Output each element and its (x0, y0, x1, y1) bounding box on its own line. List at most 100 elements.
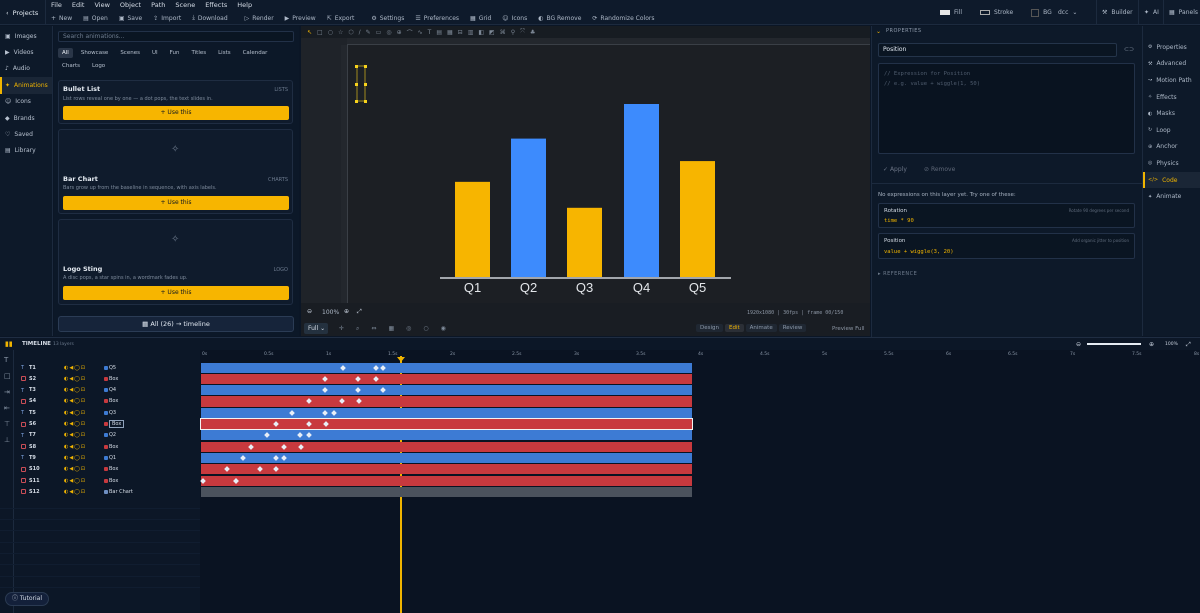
layer-checkbox[interactable] (21, 444, 26, 450)
zoom-in-icon[interactable]: ⊕ (1149, 341, 1154, 348)
time-ruler[interactable]: 0s 0.5s 1s 1.5s 2s 2.5s 3s 3.5s 4s 4.5s 5s 5.5s 6s 6.… (200, 352, 1200, 360)
canvas-tool-19-icon[interactable]: ⌘ (500, 29, 506, 36)
card-bar-chart[interactable]: ✧ Bar Chart CHARTS Bars grow up from the… (58, 129, 293, 214)
layer-row[interactable]: T T5 ◐◀◯⊡ Q3 (0, 407, 200, 418)
tool-grid[interactable]: ▦ Grid (470, 13, 491, 23)
canvas-tool-14-icon[interactable]: ▦ (447, 29, 453, 36)
tutorial-button[interactable]: ⓘ Tutorial (5, 592, 49, 606)
keyframe[interactable] (257, 466, 263, 473)
layer-controls-icon[interactable]: ◐◀◯⊡ (64, 387, 86, 393)
tool-preview[interactable]: ▶ Preview (285, 13, 316, 23)
zoom-icon[interactable]: ⌕ (356, 325, 359, 333)
layer-bar[interactable] (201, 486, 692, 497)
rnav-code[interactable]: </> Code (1143, 171, 1200, 189)
use-this-button[interactable]: + Use this (63, 196, 289, 210)
layer-controls-icon[interactable]: ◐◀◯⊡ (64, 466, 86, 472)
fill-swatch[interactable] (940, 10, 950, 15)
tool-preferences[interactable]: ☰ Preferences (415, 13, 459, 23)
tool-import[interactable]: ⇪ Import (153, 13, 181, 23)
canvas-tool-22-icon[interactable]: ♣ (530, 29, 535, 36)
canvas-tool-11-icon[interactable]: ∿ (418, 29, 423, 36)
keyframe[interactable] (306, 398, 312, 405)
keyframe[interactable] (224, 466, 230, 473)
layer-row[interactable]: S4 ◐◀◯⊡ Box (0, 396, 200, 407)
canvas-tool-10-icon[interactable]: ⌒ (407, 28, 413, 37)
layer-checkbox[interactable]: T (21, 433, 26, 439)
property-select[interactable]: Position (878, 43, 1117, 57)
use-this-button[interactable]: + Use this (63, 286, 289, 300)
tool-render[interactable]: ▷ Render (245, 13, 274, 23)
fit-icon[interactable]: ⤢ (357, 308, 362, 316)
layer-controls-icon[interactable]: ◐◀◯⊡ (64, 478, 86, 484)
tool-icons[interactable]: ☺ Icons (502, 13, 527, 23)
sidebar-item-brands[interactable]: ◆ Brands (0, 110, 52, 126)
example-rotation[interactable]: Rotation Rotate 90 degrees per second ti… (878, 203, 1135, 228)
chart-bar-q3[interactable] (567, 207, 602, 277)
reference-section[interactable]: ▸ REFERENCE (878, 271, 917, 277)
layer-bar[interactable] (201, 407, 692, 418)
keyframe[interactable] (273, 466, 279, 473)
canvas-tool-13-icon[interactable]: ▤ (436, 29, 442, 36)
keyframe[interactable] (322, 409, 328, 416)
mode-edit[interactable]: Edit (725, 324, 744, 332)
keyframe[interactable] (322, 387, 328, 393)
keyframe[interactable] (356, 398, 362, 405)
chip-showcase[interactable]: Showcase (77, 48, 112, 58)
layer-row[interactable]: S11 ◐◀◯⊡ Box (0, 475, 200, 486)
full-dropdown[interactable]: Full ⌄ (304, 323, 328, 334)
layer-row[interactable]: T T3 ◐◀◯⊡ Q4 (0, 385, 200, 396)
keyframe[interactable] (340, 364, 346, 371)
layer-bar[interactable] (201, 373, 692, 384)
keyframe[interactable] (373, 364, 379, 371)
chip-charts[interactable]: Charts (58, 61, 84, 71)
expression-editor[interactable]: // Expression for Position// e.g. value … (878, 63, 1135, 154)
chip-calendar[interactable]: Calendar (239, 48, 272, 58)
tool-randomize-colors[interactable]: ⟳ Randomize Colors (592, 13, 654, 23)
keyframe[interactable] (306, 421, 312, 427)
tool-bg-remove[interactable]: ◐ BG Remove (538, 13, 581, 23)
layer-controls-icon[interactable]: ◐◀◯⊡ (64, 489, 86, 495)
rnav-physics[interactable]: ◎ Physics (1143, 155, 1200, 172)
keyframe[interactable] (322, 375, 328, 382)
tool-settings[interactable]: ⚙ Settings (371, 13, 404, 23)
tool-export[interactable]: ⇱ Export (327, 13, 355, 23)
layer-row[interactable]: S6 ◐◀◯⊡ Box (0, 419, 200, 430)
stroke-swatch[interactable] (980, 10, 991, 15)
preview-full[interactable]: Preview Full (832, 326, 865, 332)
fit-icon[interactable]: ⤢ (1186, 341, 1191, 349)
zoom-slider[interactable] (1087, 343, 1141, 345)
layer-controls-icon[interactable]: ◐◀◯⊡ (64, 432, 86, 438)
flip-icon[interactable]: ⇔ (371, 325, 376, 333)
keyframe[interactable] (264, 432, 270, 439)
layer-row[interactable]: T T9 ◐◀◯⊡ Q1 (0, 452, 200, 463)
zoom-in-icon[interactable]: ⊕ (344, 308, 349, 315)
tool-new[interactable]: + New (51, 13, 72, 23)
layer-row[interactable]: T T7 ◐◀◯⊡ Q2 (0, 430, 200, 441)
canvas-tool-20-icon[interactable]: ⚲ (511, 29, 515, 36)
chip-fun[interactable]: Fun (166, 48, 184, 58)
bg-swatch[interactable] (1031, 8, 1040, 17)
canvas-tool-5-icon[interactable]: ∕ (359, 29, 361, 36)
keyframe[interactable] (200, 477, 206, 484)
layer-row[interactable]: S10 ◐◀◯⊡ Box (0, 464, 200, 475)
layer-row[interactable]: T T1 ◐◀◯⊡ Q5 (0, 362, 200, 373)
use-this-button[interactable]: + Use this (63, 106, 289, 120)
zoom-out-icon[interactable]: ⊖ (307, 308, 312, 315)
canvas-tool-4-icon[interactable]: ⬡ (348, 29, 353, 36)
tool-save[interactable]: ▣ Save (119, 13, 142, 23)
layer-checkbox[interactable]: T (21, 388, 26, 394)
chart-bar-q1[interactable] (455, 181, 490, 277)
ai-button[interactable]: ✦ AI (1138, 0, 1159, 25)
keyframe[interactable] (380, 387, 386, 393)
panels-button[interactable]: ▦ Panels (1163, 0, 1198, 25)
keyframe[interactable] (380, 364, 386, 371)
keyframe[interactable] (331, 409, 337, 416)
sidebar-item-images[interactable]: ▣ Images (0, 28, 52, 44)
tool-download[interactable]: ⤓ Download (192, 13, 227, 23)
apply-button[interactable]: ✓ Apply (883, 166, 907, 173)
menu-edit[interactable]: Edit (72, 1, 85, 11)
chevron-down-icon[interactable]: ⌄ (876, 28, 881, 35)
layer-row[interactable]: S8 ◐◀◯⊡ Box (0, 441, 200, 452)
selection-handle[interactable] (355, 83, 358, 86)
layer-row[interactable]: S12 ◐◀◯⊡ Bar Chart (0, 486, 200, 497)
